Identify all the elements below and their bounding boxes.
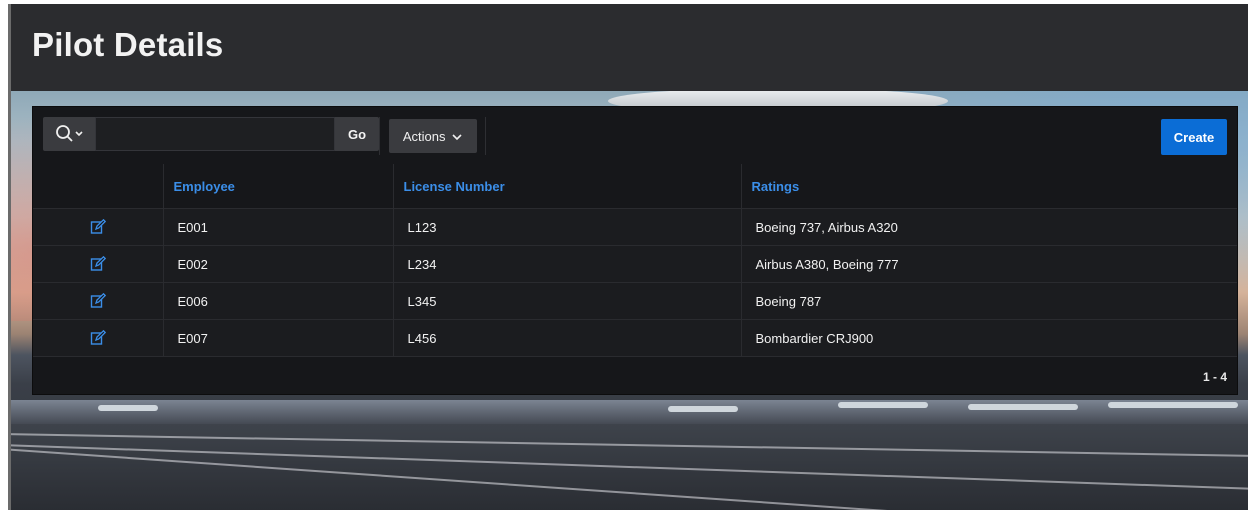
edit-icon[interactable] — [90, 293, 106, 309]
search-input[interactable] — [95, 117, 335, 151]
actions-menu-button[interactable]: Actions — [389, 119, 477, 153]
pagination-range: 1 - 4 — [1202, 370, 1227, 384]
license-cell: L345 — [393, 282, 742, 320]
edit-cell — [33, 208, 164, 246]
go-button[interactable]: Go — [335, 117, 379, 151]
window-edge — [8, 4, 11, 510]
page-title: Pilot Details — [32, 26, 224, 63]
edit-icon[interactable] — [90, 330, 106, 346]
employee-cell: E001 — [163, 208, 394, 246]
report-toolbar: Go Actions Create — [33, 107, 1237, 163]
ratings-cell: Bombardier CRJ900 — [741, 319, 1237, 357]
table-header-row: Employee License Number Ratings — [33, 164, 1237, 209]
license-cell: L123 — [393, 208, 742, 246]
chevron-down-icon — [452, 134, 462, 141]
employee-cell: E006 — [163, 282, 394, 320]
ratings-cell: Airbus A380, Boeing 777 — [741, 245, 1237, 283]
ratings-cell: Boeing 737, Airbus A320 — [741, 208, 1237, 246]
column-header-license-number[interactable]: License Number — [393, 164, 742, 209]
search-column-button[interactable] — [43, 117, 95, 151]
pilot-table: Employee License Number Ratings E001 L12… — [33, 164, 1237, 357]
report-region: Go Actions Create Employee License Numbe… — [32, 106, 1238, 395]
column-header-ratings[interactable]: Ratings — [741, 164, 1237, 209]
ratings-cell: Boeing 787 — [741, 282, 1237, 320]
search-icon — [56, 125, 83, 142]
edit-cell — [33, 245, 164, 283]
employee-cell: E007 — [163, 319, 394, 357]
license-cell: L456 — [393, 319, 742, 357]
edit-cell — [33, 282, 164, 320]
app-frame: Pilot Details Go Actions Create Employee… — [8, 4, 1248, 510]
employee-cell: E002 — [163, 245, 394, 283]
license-cell: L234 — [393, 245, 742, 283]
edit-icon[interactable] — [90, 219, 106, 235]
actions-label: Actions — [402, 128, 446, 144]
column-header-employee[interactable]: Employee — [163, 164, 394, 209]
create-button[interactable]: Create — [1161, 119, 1227, 155]
table-row: E001 L123 Boeing 737, Airbus A320 — [33, 208, 1237, 246]
search-group: Go — [43, 117, 379, 151]
edit-icon[interactable] — [90, 256, 106, 272]
table-row: E006 L345 Boeing 787 — [33, 282, 1237, 320]
page-header: Pilot Details — [8, 4, 1248, 91]
edit-cell — [33, 319, 164, 357]
table-row: E002 L234 Airbus A380, Boeing 777 — [33, 245, 1237, 283]
chevron-down-icon — [75, 131, 83, 137]
column-header-edit — [33, 164, 164, 209]
table-row: E007 L456 Bombardier CRJ900 — [33, 319, 1237, 357]
